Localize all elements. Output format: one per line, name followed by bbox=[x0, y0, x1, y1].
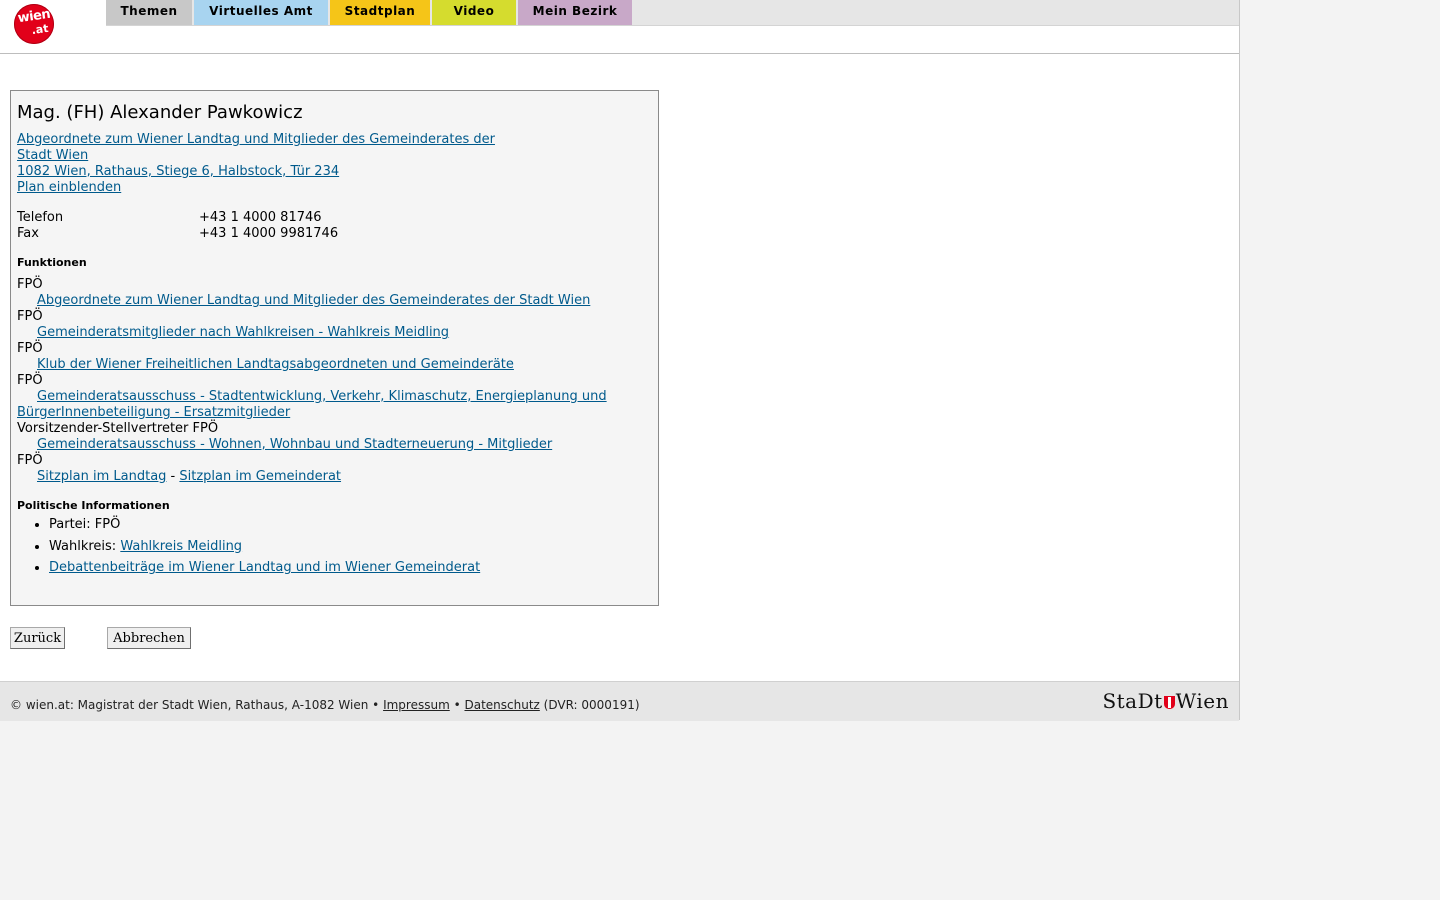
person-info-box: Mag. (FH) Alexander Pawkowicz Abgeordnet… bbox=[10, 90, 659, 606]
function-link[interactable]: Gemeinderatsausschuss - Stadtentwicklung… bbox=[17, 389, 607, 420]
debates-link[interactable]: Debattenbeiträge im Wiener Landtag und i… bbox=[49, 560, 480, 575]
show-map-link[interactable]: Plan einblenden bbox=[17, 180, 121, 195]
function-party: FPÖ bbox=[17, 341, 43, 356]
function-link[interactable]: Gemeinderatsmitglieder nach Wahlkreisen … bbox=[17, 325, 449, 340]
fax-value: +43 1 4000 9981746 bbox=[199, 226, 339, 241]
district-item: Wahlkreis: Wahlkreis Meidling bbox=[49, 539, 480, 555]
district-link[interactable]: Wahlkreis Meidling bbox=[120, 539, 242, 554]
wien-at-logo[interactable]: wien .at bbox=[14, 4, 54, 44]
stadt-wien-logo[interactable]: StaDt Wien bbox=[1102, 689, 1229, 713]
vienna-crest-icon bbox=[1163, 696, 1175, 709]
function-party: FPÖ bbox=[17, 453, 43, 468]
nav-tab-virtuelles-amt[interactable]: Virtuelles Amt bbox=[194, 0, 328, 25]
header: wien .at Themen Virtuelles Amt Stadtplan… bbox=[0, 0, 1239, 54]
function-link[interactable]: Klub der Wiener Freiheitlichen Landtagsa… bbox=[17, 357, 514, 372]
seating-separator: - bbox=[166, 469, 180, 484]
function-party: FPÖ bbox=[17, 309, 43, 324]
logo-text-at: .at bbox=[30, 21, 50, 38]
address-link[interactable]: 1082 Wien, Rathaus, Stiege 6, Halbstock,… bbox=[17, 164, 339, 179]
fax-label: Fax bbox=[17, 226, 39, 241]
footer: © wien.at: Magistrat der Stadt Wien, Rat… bbox=[0, 681, 1239, 721]
datenschutz-link[interactable]: Datenschutz bbox=[464, 698, 539, 712]
footer-text: © wien.at: Magistrat der Stadt Wien, Rat… bbox=[10, 698, 640, 712]
organization-link-line1: Abgeordnete zum Wiener Landtag und Mitgl… bbox=[17, 132, 495, 147]
nav-tab-video[interactable]: Video bbox=[432, 0, 516, 25]
nav-tab-mein-bezirk[interactable]: Mein Bezirk bbox=[518, 0, 632, 25]
stadt-logo-text-right: Wien bbox=[1175, 689, 1229, 713]
organization-link-line2: Stadt Wien bbox=[17, 148, 89, 163]
main-navigation: Themen Virtuelles Amt Stadtplan Video Me… bbox=[106, 0, 1239, 26]
nav-tab-stadtplan[interactable]: Stadtplan bbox=[330, 0, 430, 25]
phone-label: Telefon bbox=[17, 210, 64, 225]
political-info: Partei: FPÖ Wahlkreis: Wahlkreis Meidlin… bbox=[17, 517, 480, 582]
impressum-link[interactable]: Impressum bbox=[383, 698, 450, 712]
party-item: Partei: FPÖ bbox=[49, 517, 480, 533]
cancel-button[interactable]: Abbrechen bbox=[107, 627, 191, 649]
page: wien .at Themen Virtuelles Amt Stadtplan… bbox=[0, 0, 1240, 721]
footer-dvr: (DVR: 0000191) bbox=[539, 698, 640, 712]
back-button[interactable]: Zurück bbox=[10, 627, 65, 649]
functions-heading: Funktionen bbox=[17, 256, 87, 269]
function-link[interactable]: Abgeordnete zum Wiener Landtag und Mitgl… bbox=[17, 293, 590, 308]
organization-block: Abgeordnete zum Wiener Landtag und Mitgl… bbox=[17, 132, 495, 196]
organization-link[interactable]: Abgeordnete zum Wiener Landtag und Mitgl… bbox=[17, 132, 495, 163]
debates-item: Debattenbeiträge im Wiener Landtag und i… bbox=[49, 560, 480, 576]
nav-tab-themen[interactable]: Themen bbox=[106, 0, 192, 25]
stadt-logo-text-left: StaDt bbox=[1102, 689, 1163, 713]
politics-heading: Politische Informationen bbox=[17, 499, 170, 512]
function-link[interactable]: Gemeinderatsausschuss - Wohnen, Wohnbau … bbox=[17, 437, 552, 452]
seating-plan-landtag-link[interactable]: Sitzplan im Landtag bbox=[37, 469, 166, 484]
person-name: Mag. (FH) Alexander Pawkowicz bbox=[17, 102, 303, 123]
party-text: Partei: FPÖ bbox=[49, 517, 121, 532]
phone-value: +43 1 4000 81746 bbox=[199, 210, 322, 225]
function-party: FPÖ bbox=[17, 277, 43, 292]
district-label: Wahlkreis: bbox=[49, 538, 121, 554]
function-party: FPÖ bbox=[17, 373, 43, 388]
political-info-list: Partei: FPÖ Wahlkreis: Wahlkreis Meidlin… bbox=[17, 517, 480, 576]
footer-copyright: © wien.at: Magistrat der Stadt Wien, Rat… bbox=[10, 698, 384, 712]
footer-separator: • bbox=[449, 698, 465, 712]
function-party: Vorsitzender-Stellvertreter FPÖ bbox=[17, 421, 219, 436]
functions-list: FPÖ Abgeordnete zum Wiener Landtag und M… bbox=[17, 277, 617, 485]
seating-plan-gemeinderat-link[interactable]: Sitzplan im Gemeinderat bbox=[179, 469, 341, 484]
